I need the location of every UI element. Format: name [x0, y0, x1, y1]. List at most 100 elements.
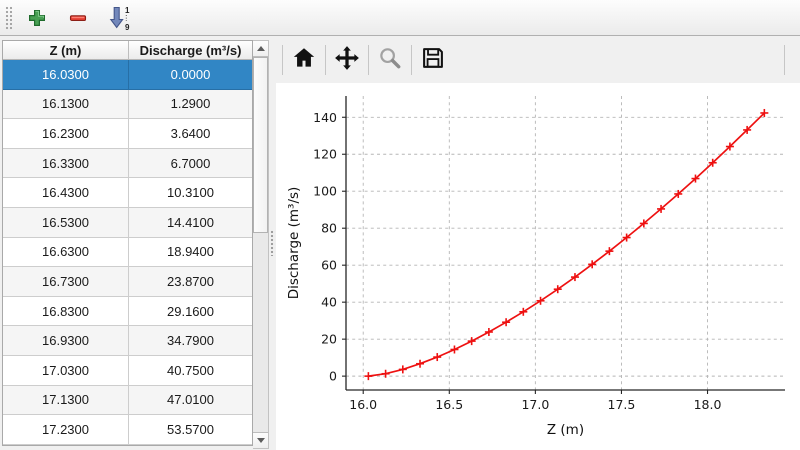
cell-z[interactable]: 17.2300	[3, 415, 129, 445]
toolbar-separator	[784, 45, 785, 75]
cell-discharge[interactable]: 18.9400	[129, 238, 252, 268]
remove-icon	[68, 8, 88, 28]
svg-text:60: 60	[321, 258, 337, 273]
table-panel: Z (m) Discharge (m³/s) 16.03000.000016.1…	[0, 36, 269, 450]
svg-text:16.5: 16.5	[435, 397, 463, 412]
add-icon	[27, 8, 47, 28]
cell-discharge[interactable]: 23.8700	[129, 267, 252, 297]
table-row[interactable]: 16.03000.0000	[3, 60, 252, 90]
svg-text:0: 0	[329, 369, 337, 384]
scrollbar-thumb[interactable]	[253, 57, 268, 233]
save-icon	[420, 45, 446, 74]
rating-table: Z (m) Discharge (m³/s) 16.03000.000016.1…	[2, 40, 253, 446]
pan-icon	[333, 44, 361, 75]
table-row[interactable]: 17.230053.5700	[3, 415, 252, 445]
home-view-button[interactable]	[286, 41, 322, 79]
table-row[interactable]: 17.130047.0100	[3, 386, 252, 416]
toolbar-separator	[282, 45, 283, 75]
table-row[interactable]: 16.33006.7000	[3, 149, 252, 179]
cell-discharge[interactable]: 29.1600	[129, 297, 252, 327]
cell-z[interactable]: 16.5300	[3, 208, 129, 238]
sort-ascending-button[interactable]: 1 9	[106, 5, 132, 31]
table-row[interactable]: 17.030040.7500	[3, 356, 252, 386]
cell-discharge[interactable]: 1.2900	[129, 90, 252, 120]
svg-text:1: 1	[125, 6, 130, 15]
table-row[interactable]: 16.23003.6400	[3, 119, 252, 149]
y-axis-label: Discharge (m³/s)	[286, 187, 302, 300]
svg-text:80: 80	[321, 221, 337, 236]
home-icon	[291, 45, 317, 74]
table-body: 16.03000.000016.13001.290016.23003.64001…	[3, 60, 252, 445]
toolbar-separator	[325, 45, 326, 75]
cell-discharge[interactable]: 53.5700	[129, 415, 252, 445]
cell-z[interactable]: 16.6300	[3, 238, 129, 268]
cell-z[interactable]: 16.9300	[3, 326, 129, 356]
cell-discharge[interactable]: 3.6400	[129, 119, 252, 149]
cell-z[interactable]: 16.3300	[3, 149, 129, 179]
cell-discharge[interactable]: 6.7000	[129, 149, 252, 179]
table-row[interactable]: 16.930034.7900	[3, 326, 252, 356]
chart-grid	[346, 96, 785, 390]
svg-text:140: 140	[313, 110, 337, 125]
toolbar-separator	[411, 45, 412, 75]
sort-ascending-icon: 1 9	[107, 5, 131, 31]
cell-z[interactable]: 16.1300	[3, 90, 129, 120]
cell-z[interactable]: 17.1300	[3, 386, 129, 416]
cell-z[interactable]: 16.2300	[3, 119, 129, 149]
cell-discharge[interactable]: 34.7900	[129, 326, 252, 356]
svg-text:9: 9	[125, 23, 130, 31]
table-row[interactable]: 16.630018.9400	[3, 238, 252, 268]
pan-button[interactable]	[329, 41, 365, 79]
chart-spines	[346, 96, 785, 390]
chart-area: 16.016.517.017.518.0020406080100120140Z …	[276, 83, 800, 450]
chart-canvas[interactable]: 16.016.517.017.518.0020406080100120140Z …	[276, 83, 800, 450]
plot-navigation-toolbar	[276, 36, 800, 83]
table-toolbar: 1 9	[0, 0, 800, 36]
table-row[interactable]: 16.530014.4100	[3, 208, 252, 238]
column-header-z[interactable]: Z (m)	[3, 41, 129, 60]
toolbar-drag-handle[interactable]	[5, 6, 12, 30]
add-row-button[interactable]	[24, 5, 50, 31]
toolbar-separator	[368, 45, 369, 75]
cell-z[interactable]: 17.0300	[3, 356, 129, 386]
chart-tick-labels: 16.016.517.017.518.0020406080100120140	[313, 110, 721, 412]
cell-z[interactable]: 16.7300	[3, 267, 129, 297]
save-figure-button[interactable]	[415, 41, 451, 79]
svg-text:18.0: 18.0	[694, 397, 722, 412]
scroll-down-button[interactable]	[253, 432, 268, 448]
scroll-up-icon	[257, 46, 265, 51]
chart-ticks	[342, 117, 708, 394]
app-window: 1 9 Z (m) Discharge (m³/s) 16.03000.0000…	[0, 0, 800, 450]
table-scrollbar[interactable]	[253, 40, 269, 449]
cell-z[interactable]: 16.4300	[3, 178, 129, 208]
svg-text:40: 40	[321, 295, 337, 310]
cell-discharge[interactable]: 10.3100	[129, 178, 252, 208]
cell-discharge[interactable]: 0.0000	[129, 60, 252, 90]
cell-discharge[interactable]: 40.7500	[129, 356, 252, 386]
remove-row-button[interactable]	[65, 5, 91, 31]
table-row[interactable]: 16.13001.2900	[3, 90, 252, 120]
x-axis-label: Z (m)	[547, 422, 584, 438]
svg-text:100: 100	[313, 184, 337, 199]
splitter-handle-icon	[270, 230, 275, 256]
table-row[interactable]: 16.830029.1600	[3, 297, 252, 327]
scroll-up-button[interactable]	[253, 41, 268, 57]
plot-panel: 16.016.517.017.518.0020406080100120140Z …	[276, 36, 800, 450]
column-header-discharge[interactable]: Discharge (m³/s)	[129, 41, 252, 60]
main-area: Z (m) Discharge (m³/s) 16.03000.000016.1…	[0, 36, 800, 450]
scroll-down-icon	[257, 438, 265, 443]
chart-series-line	[368, 113, 764, 376]
svg-text:16.0: 16.0	[349, 397, 377, 412]
panel-splitter[interactable]	[269, 36, 276, 450]
table-row[interactable]: 16.430010.3100	[3, 178, 252, 208]
cell-discharge[interactable]: 47.0100	[129, 386, 252, 416]
svg-text:120: 120	[313, 147, 337, 162]
svg-text:20: 20	[321, 332, 337, 347]
cell-z[interactable]: 16.0300	[3, 60, 129, 90]
table-header: Z (m) Discharge (m³/s)	[3, 41, 252, 60]
zoom-rect-button[interactable]	[372, 41, 408, 79]
cell-discharge[interactable]: 14.4100	[129, 208, 252, 238]
scrollbar-track[interactable]	[253, 57, 268, 432]
table-row[interactable]: 16.730023.8700	[3, 267, 252, 297]
cell-z[interactable]: 16.8300	[3, 297, 129, 327]
